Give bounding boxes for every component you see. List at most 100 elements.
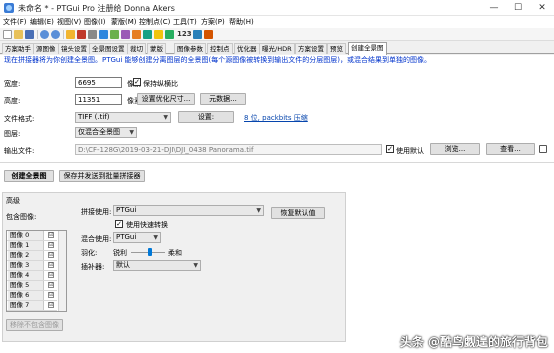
maximize-icon[interactable]: ☐: [506, 0, 530, 16]
image-name: 图像 0: [8, 231, 44, 240]
chevron-down-icon: ▼: [129, 129, 134, 136]
tab-image-parameters[interactable]: 图像参数: [174, 43, 206, 54]
fast-transform-label: 使用快速转换: [126, 221, 168, 229]
list-item[interactable]: 图像 3 ☑: [7, 261, 57, 271]
batch-icon[interactable]: [204, 30, 213, 39]
chevron-down-icon: ▼: [256, 207, 261, 214]
image-list[interactable]: 图像 0 ☑ 图像 1 ☑ 图像 2 ☑ 图像 3 ☑ 图像 4 ☑ 图像 5 …: [6, 230, 67, 312]
view-button[interactable]: 查看...: [486, 143, 535, 155]
tab-lens-settings[interactable]: 镜头设置: [58, 43, 90, 54]
include-checkbox[interactable]: ☑: [48, 232, 54, 238]
align-images-icon[interactable]: [66, 30, 75, 39]
toolbar: 123: [0, 28, 554, 41]
minimize-icon[interactable]: —: [482, 0, 506, 16]
tab-project-assistant[interactable]: 方案助手: [2, 43, 34, 54]
stitch-with-label: 拼接使用:: [81, 208, 112, 216]
settings-icon[interactable]: [132, 30, 141, 39]
restore-defaults-button[interactable]: 恢复默认值: [271, 207, 325, 219]
include-checkbox[interactable]: ☑: [48, 282, 54, 288]
advanced-label: 高级: [6, 197, 20, 205]
list-item[interactable]: 图像 0 ☑: [7, 231, 57, 241]
close-icon[interactable]: ✕: [530, 0, 554, 16]
image-name: 图像 4: [8, 271, 44, 280]
tab-project-settings[interactable]: 方案设置: [295, 43, 327, 54]
menu-tools[interactable]: 工具(T): [173, 17, 197, 27]
include-checkbox[interactable]: ☑: [48, 252, 54, 258]
keep-aspect-ratio-checkbox[interactable]: ✓: [133, 78, 141, 86]
menu-help[interactable]: 帮助(H): [229, 17, 254, 27]
metadata-button[interactable]: 元数据...: [200, 93, 246, 105]
file-format-dropdown[interactable]: TIFF (.tif) ▼: [75, 112, 171, 123]
redo-icon[interactable]: [51, 30, 60, 39]
height-input[interactable]: [75, 94, 122, 105]
tab-control-points[interactable]: 控制点: [207, 43, 233, 54]
menu-mask[interactable]: 蒙版(M): [111, 17, 137, 27]
image-name: 图像 7: [8, 301, 44, 310]
feather-sharp-label: 锐利: [113, 249, 127, 257]
optimize-icon[interactable]: [110, 30, 119, 39]
tab-panorama-settings[interactable]: 全景图设置: [89, 43, 128, 54]
list-item[interactable]: 图像 2 ☑: [7, 251, 57, 261]
number-toggle-icon[interactable]: 123: [177, 30, 192, 38]
target-icon[interactable]: [143, 30, 152, 39]
menu-view[interactable]: 视图(V): [57, 17, 81, 27]
new-file-icon[interactable]: [3, 30, 12, 39]
list-item[interactable]: 图像 7 ☑: [7, 301, 57, 311]
width-input[interactable]: [75, 77, 122, 88]
blender-dropdown[interactable]: PTGui ▼: [113, 232, 161, 243]
interpolator-dropdown[interactable]: 默认 ▼: [113, 260, 201, 271]
save-icon[interactable]: [25, 30, 34, 39]
menu-edit[interactable]: 编辑(E): [30, 17, 54, 27]
open-folder-icon[interactable]: [14, 30, 23, 39]
layers-dropdown[interactable]: 仅混合全景图 ▼: [75, 127, 137, 138]
tab-optimizer[interactable]: 优化器: [234, 43, 260, 54]
use-default-checkbox[interactable]: ✓: [386, 145, 394, 153]
image-list-scrollbar[interactable]: [58, 231, 66, 311]
set-optimal-size-button[interactable]: 设置优化尺寸...: [137, 93, 195, 105]
include-checkbox[interactable]: ☑: [48, 272, 54, 278]
include-images-label: 包含图像:: [6, 213, 37, 221]
preview-icon[interactable]: [99, 30, 108, 39]
include-checkbox[interactable]: ☑: [48, 292, 54, 298]
menu-file[interactable]: 文件(F): [3, 17, 27, 27]
tab-preview[interactable]: 预览: [327, 43, 346, 54]
control-points-icon[interactable]: [77, 30, 86, 39]
list-item[interactable]: 图像 6 ☑: [7, 291, 57, 301]
menu-project[interactable]: 方案(P): [201, 17, 225, 27]
tab-mask[interactable]: 蒙版: [147, 43, 166, 54]
browse-button[interactable]: 浏览...: [430, 143, 480, 155]
menu-control-points[interactable]: 控制点(C): [139, 17, 170, 27]
image-name: 图像 3: [8, 261, 44, 270]
tab-crop[interactable]: 裁切: [127, 43, 146, 54]
include-checkbox[interactable]: ☑: [48, 302, 54, 308]
open-externally-icon[interactable]: [539, 145, 547, 153]
output-file-input[interactable]: [75, 144, 382, 155]
fast-transform-checkbox[interactable]: ✓: [115, 220, 123, 228]
list-item[interactable]: 图像 1 ☑: [7, 241, 57, 251]
create-panorama-button[interactable]: 创建全景图: [4, 170, 54, 182]
include-checkbox[interactable]: ☑: [48, 262, 54, 268]
list-item[interactable]: 图像 4 ☑: [7, 271, 57, 281]
undo-icon[interactable]: [40, 30, 49, 39]
tab-exposure-hdr[interactable]: 曝光/HDR: [259, 43, 295, 54]
ptgui-app-icon: [4, 3, 14, 13]
menu-images[interactable]: 图像(I): [84, 17, 106, 27]
blend-with-label: 混合使用:: [81, 235, 112, 243]
check-icon[interactable]: [165, 30, 174, 39]
bulb-icon[interactable]: [154, 30, 163, 39]
include-checkbox[interactable]: ☑: [48, 242, 54, 248]
compression-settings-link[interactable]: 8 位, packbits 压缩: [244, 113, 308, 123]
format-settings-button[interactable]: 设置:: [178, 111, 234, 123]
feather-slider-thumb[interactable]: [147, 248, 152, 256]
stitcher-dropdown[interactable]: PTGui ▼: [113, 205, 264, 216]
exclude-images-button[interactable]: 移除不包含图像: [6, 319, 63, 331]
mask-icon[interactable]: [88, 30, 97, 39]
window-title: 未命名 * - PTGui Pro 注册给 Donna Akers: [18, 4, 175, 13]
chevron-down-icon: ▼: [153, 234, 158, 241]
list-item[interactable]: 图像 5 ☑: [7, 281, 57, 291]
panorama-editor-icon[interactable]: [193, 30, 202, 39]
tab-create-panorama[interactable]: 创建全景图: [348, 42, 387, 55]
hdr-icon[interactable]: [121, 30, 130, 39]
save-and-send-to-batch-button[interactable]: 保存并发送到批量拼接器: [59, 170, 145, 182]
tab-source-images[interactable]: 源图像: [33, 43, 59, 54]
